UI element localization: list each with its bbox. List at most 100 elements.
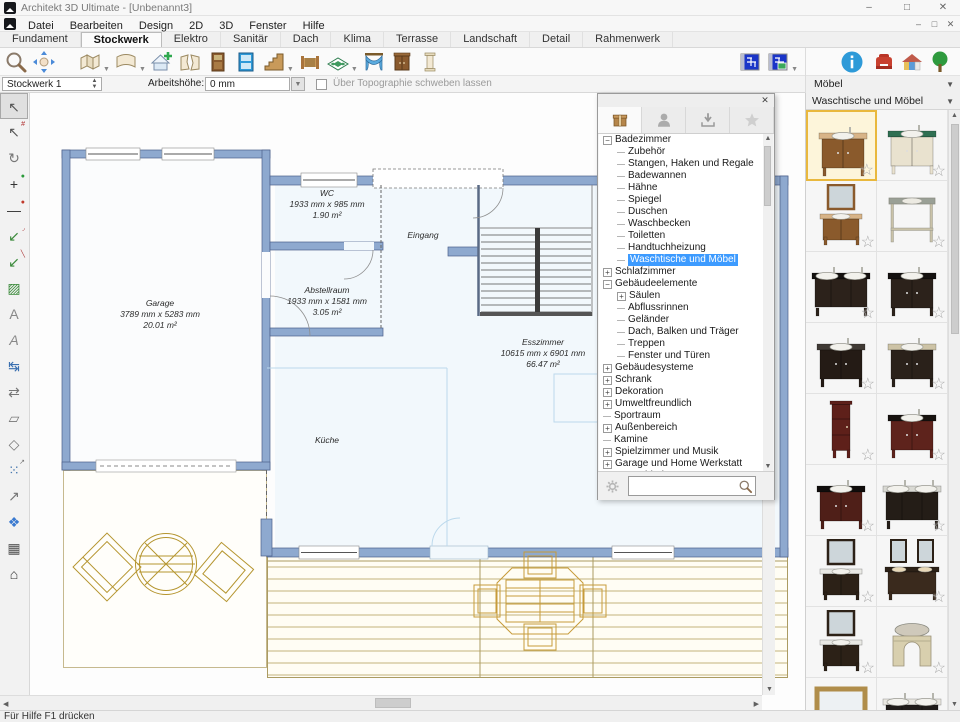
favorite-star-icon[interactable]: ☆ — [932, 445, 946, 465]
expand-icon[interactable]: + — [603, 364, 612, 373]
plants-library-button[interactable] — [926, 49, 954, 75]
tree-item[interactable]: Abflussrinnen — [599, 302, 765, 314]
catalog-item-double-vanity-modern-white[interactable]: ☆ — [877, 678, 948, 710]
catalog-scroll-thumb[interactable] — [951, 124, 959, 334]
tab-detail[interactable]: Detail — [530, 32, 583, 47]
add-point-tool[interactable]: +● — [0, 171, 28, 197]
collapse-icon[interactable]: − — [603, 280, 612, 289]
view-3d-tool[interactable]: ⌂ — [0, 561, 28, 587]
catalog-item-double-vanity-espresso[interactable]: ☆ — [806, 252, 877, 323]
expand-icon[interactable]: + — [603, 388, 612, 397]
topo-checkbox[interactable] — [316, 79, 327, 90]
tree-item[interactable]: Badewannen — [599, 170, 765, 182]
collapse-icon[interactable]: − — [603, 136, 612, 145]
opening-tool[interactable] — [360, 49, 388, 75]
favorite-star-icon[interactable]: ☆ — [861, 658, 875, 678]
fillet-corner-tool[interactable]: ↙◞ — [0, 223, 28, 249]
tree-item[interactable]: Dach, Balken und Träger — [599, 326, 765, 338]
maximize-button[interactable]: □ — [898, 0, 916, 15]
tree-scroll-thumb[interactable] — [764, 146, 771, 206]
close-button[interactable]: ✕ — [934, 0, 952, 15]
favorite-star-icon[interactable]: ☆ — [932, 658, 946, 678]
rotate-tool[interactable]: ↻ — [0, 145, 28, 171]
furniture-library-button[interactable] — [870, 49, 898, 75]
close-icon[interactable]: ✕ — [758, 94, 772, 106]
tab-terrasse[interactable]: Terrasse — [384, 32, 451, 47]
tree-item[interactable]: Waschbecken — [599, 218, 765, 230]
tree-item[interactable]: +Säulen — [599, 290, 765, 302]
gear-icon[interactable] — [604, 478, 621, 495]
favorite-star-icon[interactable]: ☆ — [861, 232, 875, 252]
scroll-up-icon[interactable]: ▲ — [763, 135, 773, 142]
favorite-star-icon[interactable]: ☆ — [932, 303, 946, 323]
connection-tool[interactable]: ❖ — [0, 509, 28, 535]
text-tool[interactable]: A — [0, 301, 28, 327]
scroll-right-icon[interactable]: ▶ — [754, 700, 759, 708]
expand-icon[interactable]: + — [603, 268, 612, 277]
wall-tool[interactable]: ▼ — [76, 49, 112, 75]
info-button[interactable] — [838, 49, 866, 75]
select-tool[interactable]: ↖ — [0, 93, 28, 119]
catalog-item-washstand-metal[interactable]: ☆ — [877, 181, 948, 252]
scatter-tool[interactable]: ⁙↗ — [0, 457, 28, 483]
favorite-star-icon[interactable]: ☆ — [932, 232, 946, 252]
tree-item[interactable]: Sportraum — [599, 410, 765, 422]
expand-icon[interactable]: + — [603, 400, 612, 409]
level-select[interactable]: Stockwerk 1 ▲▼ — [2, 77, 102, 91]
tree-item[interactable]: Kamine — [599, 434, 765, 446]
catalog-scrollbar[interactable]: ▲ ▼ — [948, 110, 960, 710]
column-tool[interactable] — [416, 49, 444, 75]
mdi-restore-button[interactable]: □ — [927, 17, 942, 31]
door-tool[interactable] — [204, 49, 232, 75]
catalog-item-vanity-mirror-modern-2[interactable]: ☆ — [806, 607, 877, 678]
catalog-item-vanity-espresso-marble[interactable]: ☆ — [806, 323, 877, 394]
tree-item[interactable]: Treppen — [599, 338, 765, 350]
search-icon[interactable] — [738, 479, 753, 494]
tree-scrollbar[interactable]: ▲ ▼ — [763, 134, 773, 471]
chamfer-corner-tool[interactable]: ↙╲ — [0, 249, 28, 275]
catalog-item-vanity-espresso-black[interactable]: ☆ — [877, 252, 948, 323]
trajectory-tool[interactable]: ↗ — [0, 483, 28, 509]
expand-icon[interactable]: + — [603, 376, 612, 385]
tree-item[interactable]: Spiegel — [599, 194, 765, 206]
level-spinner[interactable]: ▲▼ — [89, 78, 100, 90]
favorite-star-icon[interactable]: ☆ — [861, 445, 875, 465]
stairs-tool[interactable]: ▼ — [260, 49, 296, 75]
tree-item[interactable]: +Garage und Home Werkstatt — [599, 458, 765, 470]
tree-item[interactable]: Geländer — [599, 314, 765, 326]
favorite-star-icon[interactable]: ☆ — [932, 516, 946, 536]
scroll-up-icon[interactable]: ▲ — [949, 112, 960, 119]
remove-segment-tool[interactable]: —● — [0, 197, 28, 223]
catalog-item-vanity-with-mirror-brown[interactable]: ☆ — [806, 181, 877, 252]
polygon-tool[interactable]: ▱ — [0, 405, 28, 431]
tree-item[interactable]: +Schlafzimmer — [599, 266, 765, 278]
catalog-item-vanity-red-black-top-2[interactable]: ☆ — [806, 465, 877, 536]
catalog-item-pedestal-sink-stone[interactable]: ☆ — [877, 607, 948, 678]
tree-item[interactable]: +Schrank — [599, 374, 765, 386]
tree-item[interactable]: +Außenbereich — [599, 422, 765, 434]
expand-icon[interactable]: + — [603, 460, 612, 469]
tree-item[interactable]: Duschen — [599, 206, 765, 218]
favorite-star-icon[interactable]: ☆ — [861, 516, 875, 536]
tab-favorites[interactable] — [730, 107, 774, 133]
cabinet-tool[interactable] — [388, 49, 416, 75]
expand-icon[interactable]: + — [617, 292, 626, 301]
workheight-input[interactable]: 0 mm — [205, 77, 290, 91]
plan-view-button[interactable] — [736, 49, 764, 75]
text-arrow-tool[interactable]: A — [0, 327, 28, 353]
catalog-item-vanity-espresso-beige-top[interactable]: ☆ — [877, 323, 948, 394]
favorite-star-icon[interactable]: ☆ — [932, 374, 946, 394]
workheight-dropdown[interactable]: ▼ — [291, 77, 305, 91]
tree-item[interactable]: +Spielzimmer und Musik — [599, 446, 765, 458]
catalog-header-select[interactable]: Waschtische und Möbel ▼ — [806, 93, 960, 110]
tab-user[interactable] — [642, 107, 686, 133]
expand-icon[interactable]: + — [603, 448, 612, 457]
tree-item[interactable]: Stangen, Haken und Regale — [599, 158, 765, 170]
zoom-tool[interactable] — [2, 49, 30, 75]
search-input[interactable] — [628, 476, 756, 496]
favorite-star-icon[interactable]: ☆ — [932, 161, 946, 181]
favorite-star-icon[interactable]: ☆ — [860, 160, 874, 180]
tab-klima[interactable]: Klima — [331, 32, 384, 47]
favorite-star-icon[interactable]: ☆ — [932, 587, 946, 607]
catalog-item-vanity-green-marble[interactable]: ☆ — [877, 110, 948, 181]
